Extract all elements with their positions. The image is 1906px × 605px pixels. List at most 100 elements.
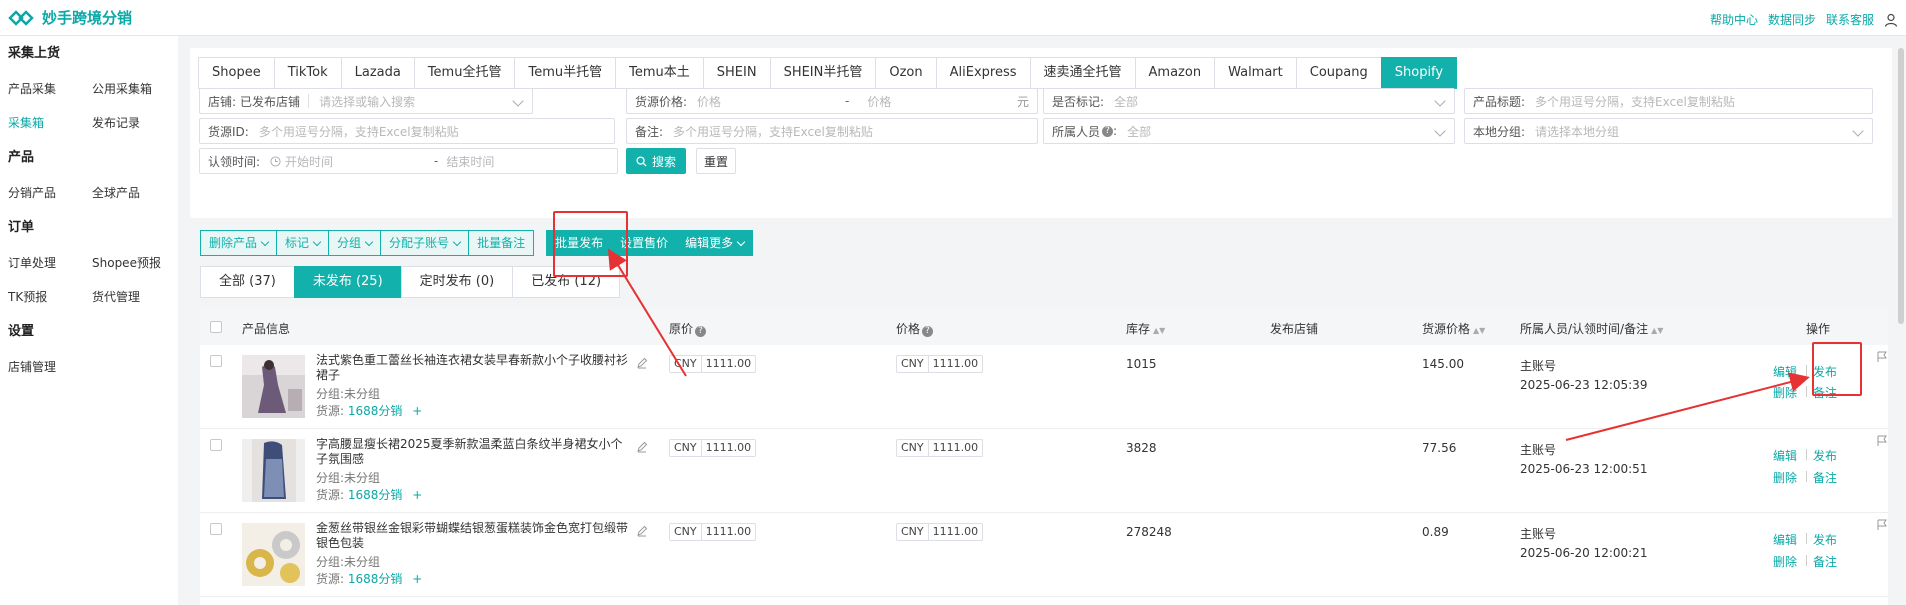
assign-subaccount-button[interactable]: 分配子账号 [380, 230, 470, 256]
add-source-icon[interactable]: + [412, 404, 422, 418]
publish-button[interactable]: 发布 [1813, 531, 1837, 548]
claim-time-filter[interactable]: 认领时间: 开始时间 - 结束时间 [199, 148, 618, 174]
delete-products-button[interactable]: 删除产品 [200, 230, 278, 256]
remark-input[interactable]: 多个用逗号分隔，支持Excel复制粘贴 [663, 123, 873, 140]
claim-start-input[interactable]: 开始时间 [281, 153, 426, 170]
tab-tiktok[interactable]: TikTok [273, 57, 342, 89]
tab-lazada[interactable]: Lazada [340, 57, 415, 89]
select-all-checkbox[interactable] [210, 321, 222, 333]
remark-button[interactable]: 备注 [1813, 553, 1837, 570]
product-title[interactable]: 字高腰显瘦长裙2025夏季新款温柔蓝白条纹半身裙女小个子氛围感 [316, 437, 628, 467]
sidebar-item-distribution-product[interactable]: 分销产品 [8, 176, 92, 210]
row-checkbox[interactable] [210, 439, 222, 451]
source-id-filter[interactable]: 货源ID: 多个用逗号分隔，支持Excel复制粘贴 [199, 118, 615, 144]
edit-button[interactable]: 编辑 [1773, 363, 1797, 380]
product-title-input[interactable]: 多个用逗号分隔，支持Excel复制粘贴 [1525, 93, 1735, 110]
row-checkbox[interactable] [210, 523, 222, 535]
header-stock[interactable]: 库存 ▲▼ [1126, 320, 1165, 337]
flag-icon[interactable] [1876, 351, 1888, 363]
product-thumbnail[interactable] [242, 439, 305, 502]
help-center-link[interactable]: 帮助中心 [1710, 11, 1758, 28]
sidebar-item-public-box[interactable]: 公用采集箱 [92, 72, 176, 106]
tab-ozon[interactable]: Ozon [875, 57, 937, 89]
header-source-price[interactable]: 货源价格 ▲▼ [1422, 320, 1485, 337]
price-field[interactable]: CNY 1111.00 [896, 523, 984, 541]
tab-all[interactable]: 全部 (37) [200, 266, 295, 298]
tab-temu-semi[interactable]: Temu半托管 [514, 57, 617, 89]
tab-unpublished[interactable]: 未发布 (25) [293, 266, 402, 298]
tab-temu-full[interactable]: Temu全托管 [413, 57, 516, 89]
reset-button[interactable]: 重置 [696, 148, 736, 174]
user-icon[interactable] [1884, 13, 1898, 27]
tab-aliexpress-full[interactable]: 速卖通全托管 [1029, 57, 1136, 89]
tab-temu-local[interactable]: Temu本土 [615, 57, 704, 89]
add-source-icon[interactable]: + [412, 488, 422, 502]
flag-icon[interactable] [1876, 519, 1888, 531]
tab-walmart[interactable]: Walmart [1214, 57, 1297, 89]
source-link[interactable]: 1688分销 [348, 572, 403, 586]
original-price-field[interactable]: CNY 1111.00 [669, 439, 757, 457]
tab-aliexpress[interactable]: AliExpress [935, 57, 1031, 89]
contact-support-link[interactable]: 联系客服 [1826, 11, 1874, 28]
publish-button[interactable]: 发布 [1813, 447, 1837, 464]
edit-title-icon[interactable] [636, 441, 648, 453]
tab-shopee[interactable]: Shopee [198, 57, 275, 89]
original-price-field[interactable]: CNY 1111.00 [669, 355, 757, 373]
product-title[interactable]: 金葱丝带银丝金银彩带蝴蝶结银葱蛋糕装饰金色宽打包缎带银色包装 [316, 521, 628, 551]
product-thumbnail[interactable] [242, 523, 305, 586]
add-source-icon[interactable]: + [412, 572, 422, 586]
sidebar-item-tk-forecast[interactable]: TK预报 [8, 280, 92, 314]
edit-title-icon[interactable] [636, 357, 648, 369]
flag-icon[interactable] [1876, 435, 1888, 447]
edit-button[interactable]: 编辑 [1773, 447, 1797, 464]
price-field[interactable]: CNY 1111.00 [896, 439, 984, 457]
app-logo[interactable]: 妙手跨境分销 [8, 7, 132, 28]
source-link[interactable]: 1688分销 [348, 488, 403, 502]
row-checkbox[interactable] [210, 355, 222, 367]
search-button[interactable]: 搜索 [626, 148, 686, 174]
remark-filter[interactable]: 备注: 多个用逗号分隔，支持Excel复制粘贴 [626, 118, 1038, 144]
product-title[interactable]: 法式紫色重工蕾丝长袖连衣裙女装早春新款小个子收腰衬衫裙子 [316, 353, 628, 383]
remark-button[interactable]: 备注 [1813, 469, 1837, 486]
edit-title-icon[interactable] [636, 525, 648, 537]
source-price-max-input[interactable]: 价格 [857, 93, 1007, 110]
sidebar-item-collect-box[interactable]: 采集箱 [8, 106, 92, 140]
source-id-input[interactable]: 多个用逗号分隔，支持Excel复制粘贴 [249, 123, 459, 140]
data-sync-link[interactable]: 数据同步 [1768, 11, 1816, 28]
batch-remark-button[interactable]: 批量备注 [468, 230, 535, 256]
source-price-min-input[interactable]: 价格 [687, 93, 837, 110]
tab-shein[interactable]: SHEIN [702, 57, 771, 89]
header-owner-time-remark[interactable]: 所属人员/认领时间/备注 ▲▼ [1520, 320, 1663, 337]
owner-filter[interactable]: 所属人员 ? : 全部 [1043, 118, 1455, 144]
edit-button[interactable]: 编辑 [1773, 531, 1797, 548]
tab-amazon[interactable]: Amazon [1134, 57, 1216, 89]
store-filter[interactable]: 店铺: 已发布店铺 请选择或输入搜索 [199, 88, 533, 114]
marked-filter[interactable]: 是否标记: 全部 [1043, 88, 1455, 114]
tab-scheduled[interactable]: 定时发布 (0) [400, 266, 514, 298]
delete-button[interactable]: 删除 [1773, 469, 1797, 486]
tab-shopify[interactable]: Shopify [1380, 57, 1458, 89]
source-price-filter[interactable]: 货源价格: 价格 - 价格 元 [626, 88, 1038, 114]
tab-coupang[interactable]: Coupang [1295, 57, 1382, 89]
sidebar-item-publish-record[interactable]: 发布记录 [92, 106, 176, 140]
sidebar-item-order-processing[interactable]: 订单处理 [8, 246, 92, 280]
product-thumbnail[interactable] [242, 355, 305, 418]
mark-button[interactable]: 标记 [276, 230, 330, 256]
delete-button[interactable]: 删除 [1773, 384, 1797, 401]
delete-button[interactable]: 删除 [1773, 553, 1797, 570]
store-search-input[interactable]: 请选择或输入搜索 [309, 93, 415, 110]
sidebar-item-product-collect[interactable]: 产品采集 [8, 72, 92, 106]
local-group-filter[interactable]: 本地分组: 请选择本地分组 [1464, 118, 1873, 144]
page-scrollbar[interactable] [1898, 48, 1904, 324]
product-title-filter[interactable]: 产品标题: 多个用逗号分隔，支持Excel复制粘贴 [1464, 88, 1873, 114]
edit-more-button[interactable]: 编辑更多 [676, 230, 754, 256]
claim-end-input[interactable]: 结束时间 [446, 153, 494, 170]
sidebar-item-store-management[interactable]: 店铺管理 [8, 350, 92, 384]
sidebar-item-global-product[interactable]: 全球产品 [92, 176, 176, 210]
tab-shein-semi[interactable]: SHEIN半托管 [769, 57, 877, 89]
group-button[interactable]: 分组 [328, 230, 382, 256]
original-price-field[interactable]: CNY 1111.00 [669, 523, 757, 541]
sidebar-item-forwarder[interactable]: 货代管理 [92, 280, 176, 314]
source-link[interactable]: 1688分销 [348, 404, 403, 418]
sidebar-item-shopee-forecast[interactable]: Shopee预报 [92, 246, 176, 280]
